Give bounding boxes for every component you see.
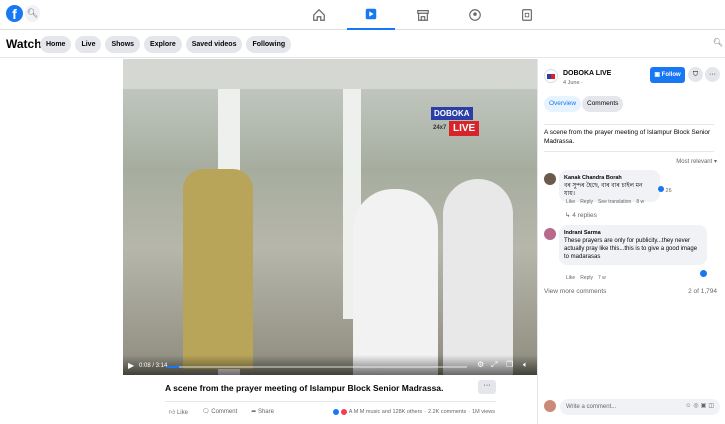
video-player[interactable]: DOBOKA LIVE 24x7 ▶ 0:08 / 3:14 ⚙ ⤢ ❐ 🔈︎ — [123, 59, 537, 375]
fullscreen-icon[interactable]: ⤢ — [491, 360, 497, 370]
pill-home[interactable]: Home — [40, 36, 72, 53]
comment-label: Comment — [211, 409, 238, 415]
facebook-logo[interactable]: f — [6, 5, 23, 22]
settings-icon[interactable]: ⚙ — [477, 360, 484, 369]
comment-reply-button[interactable]: Reply — [580, 275, 593, 281]
tab-comments[interactable]: Comments — [582, 96, 624, 112]
like-label: Like — [176, 410, 188, 416]
comment-button[interactable]: 🗨︎ Comment — [202, 408, 237, 416]
nav-watch-icon[interactable] — [347, 0, 395, 30]
channel-logo-live: LIVE — [449, 121, 480, 136]
see-translation-link[interactable]: See translation — [598, 199, 631, 205]
comment: Indrani Sarma These prayers are only for… — [559, 225, 707, 265]
channel-logo-sub: 24x7 — [433, 125, 447, 131]
person — [353, 189, 438, 375]
nav-groups-icon[interactable] — [451, 0, 499, 30]
love-reaction-icon — [340, 409, 347, 415]
comment-text: These prayers are only for publicity...t… — [564, 238, 698, 260]
post-date: 4 June · — [563, 80, 583, 86]
search-icon[interactable]: 🔍︎ — [25, 5, 40, 22]
comment-reactions[interactable]: 26 — [658, 186, 672, 194]
reactions-text[interactable]: A M M music and 128K others — [349, 409, 422, 415]
view-more-comments-link[interactable]: View more comments — [544, 288, 606, 295]
comment-text: বৰ সুন্দৰ হৈছে, বাৰ বাৰ চাইল মন যায়। — [564, 183, 643, 197]
comment-like-button[interactable]: Like — [566, 199, 575, 205]
pill-following[interactable]: Following — [246, 36, 292, 53]
more-button[interactable]: ··· — [705, 67, 720, 82]
page-avatar[interactable] — [544, 69, 558, 83]
comments-count[interactable]: 2.2K comments — [428, 409, 466, 415]
view-replies-link[interactable]: ↳ 4 replies — [565, 211, 597, 219]
progress-fill — [167, 366, 179, 368]
comment-reply-button[interactable]: Reply — [580, 199, 593, 205]
nav-gaming-icon[interactable] — [503, 0, 551, 30]
person — [443, 179, 513, 375]
follow-icon: ▣ — [654, 72, 662, 78]
like-reaction-icon[interactable] — [700, 270, 707, 277]
page-title: Watch — [6, 37, 42, 51]
follow-label: Follow — [661, 72, 681, 78]
like-button[interactable]: 👍︎ Like — [169, 408, 188, 416]
replies-count: 4 replies — [572, 212, 597, 219]
commenter-name[interactable]: Kanak Chandra Borah — [564, 174, 655, 182]
nav-home-icon[interactable] — [295, 0, 343, 30]
comment-composer: Write a comment... ☺◎▣◫ — [544, 399, 720, 416]
save-icon[interactable]: ⛉ — [688, 67, 703, 82]
comment-time: 7 w — [597, 275, 606, 281]
watch-header: Watch Home Live Shows Explore Saved vide… — [0, 30, 725, 58]
comment-time: 8 w — [636, 199, 645, 205]
person — [183, 169, 253, 369]
views-count: 1M views — [472, 409, 495, 415]
comments-counter: 2 of 1,794 — [688, 288, 717, 295]
share-button[interactable]: ➦ Share — [251, 408, 274, 416]
top-navigation-bar: f 🔍︎ — [0, 0, 725, 30]
share-label: Share — [257, 409, 274, 415]
like-reaction-icon — [332, 409, 339, 415]
reaction-count: 26 — [665, 188, 672, 194]
comment-like-button[interactable]: Like — [566, 275, 575, 281]
divider — [165, 401, 496, 402]
user-avatar — [544, 400, 556, 412]
search-icon[interactable]: 🔍︎ — [713, 38, 723, 47]
like-reaction-icon — [658, 186, 664, 192]
composer-icons[interactable]: ☺◎▣◫ — [685, 402, 716, 409]
thumbs-up-icon: 👍︎ — [169, 410, 177, 416]
channel-logo: DOBOKA — [431, 107, 473, 120]
play-icon[interactable]: ▶ — [128, 361, 134, 370]
video-time: 0:08 / 3:14 — [139, 363, 168, 369]
commenter-avatar[interactable] — [544, 228, 556, 240]
more-options-button[interactable]: ··· — [478, 380, 496, 394]
video-title: A scene from the prayer meeting of Islam… — [165, 383, 444, 393]
roof — [123, 59, 537, 89]
pill-live[interactable]: Live — [75, 36, 102, 53]
divider — [544, 151, 714, 152]
nav-marketplace-icon[interactable] — [399, 0, 447, 30]
comment-icon: 🗨︎ — [201, 409, 212, 415]
pip-icon[interactable]: ❐ — [506, 360, 513, 369]
follow-button[interactable]: ▣ Follow — [650, 67, 685, 83]
post-description: A scene from the prayer meeting of Islam… — [544, 124, 714, 146]
page-name[interactable]: DOBOKA LIVE — [563, 70, 611, 77]
share-icon: ➦ — [251, 409, 258, 415]
commenter-avatar[interactable] — [544, 173, 556, 185]
pill-shows[interactable]: Shows — [105, 36, 141, 53]
pill-saved-videos[interactable]: Saved videos — [185, 36, 243, 53]
progress-bar[interactable] — [167, 366, 467, 368]
tab-overview[interactable]: Overview — [544, 96, 582, 112]
volume-icon[interactable]: 🔈︎ — [523, 360, 528, 370]
side-panel: DOBOKA LIVE 4 June · ▣ Follow ⛉ ··· Over… — [537, 59, 725, 424]
pill-explore[interactable]: Explore — [144, 36, 182, 53]
sort-dropdown[interactable]: Most relevant ▾ — [676, 158, 717, 165]
commenter-name[interactable]: Indrani Sarma — [564, 229, 702, 237]
video-controls: ▶ 0:08 / 3:14 ⚙ ⤢ ❐ 🔈︎ — [123, 355, 537, 375]
comment: Kanak Chandra Borah বৰ সুন্দৰ হৈছে, বাৰ … — [559, 170, 660, 202]
video-info: A scene from the prayer meeting of Islam… — [165, 380, 496, 416]
